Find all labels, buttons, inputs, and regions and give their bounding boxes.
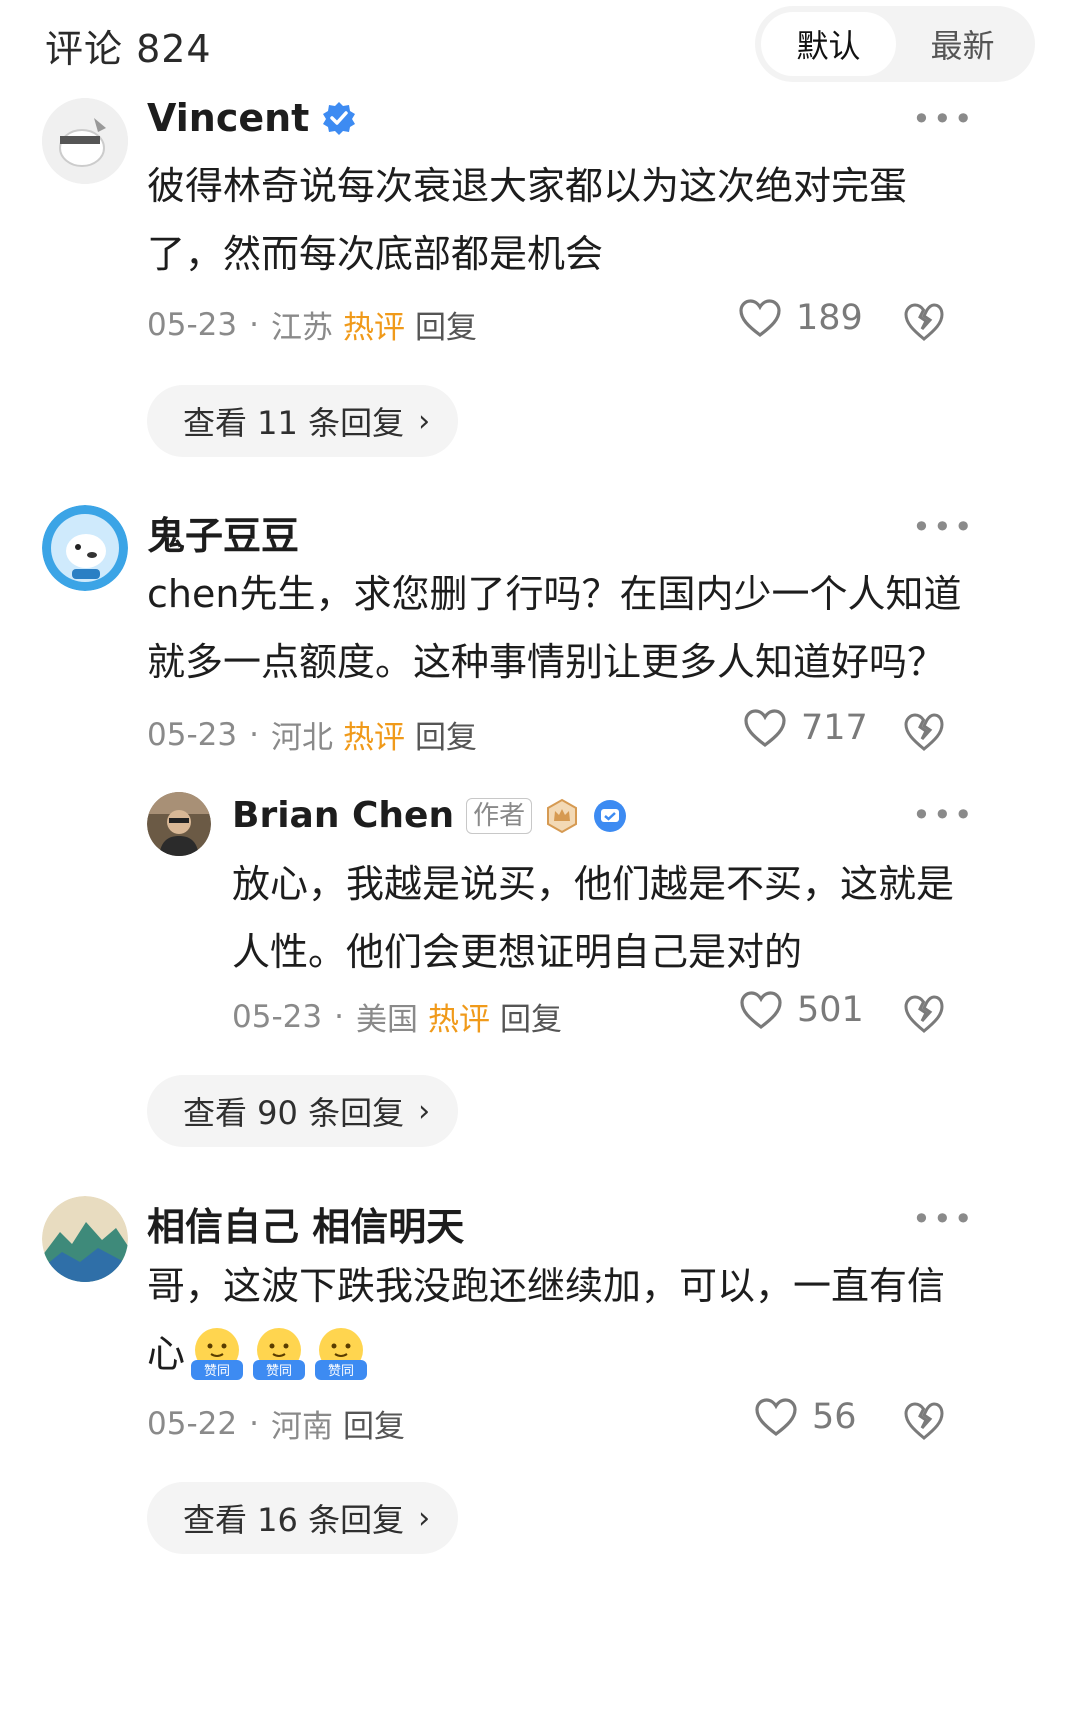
like-button[interactable]: 189	[738, 298, 863, 338]
more-options-icon[interactable]: •••	[912, 100, 975, 138]
comment-date: 05-23	[232, 998, 323, 1035]
comment-location: 美国	[355, 1002, 418, 1038]
agree-emoji-icon: 赞同	[249, 1324, 309, 1384]
avatar[interactable]	[42, 98, 128, 184]
svg-text:赞同: 赞同	[266, 1364, 292, 1379]
comment-count-title: 评论 824	[45, 27, 212, 71]
broken-heart-icon	[904, 303, 944, 341]
svg-text:赞同: 赞同	[328, 1364, 354, 1379]
like-count: 189	[796, 298, 863, 338]
heart-icon	[739, 299, 781, 338]
comment-meta: 05-23 · 江苏 热评 回复	[147, 302, 477, 347]
view-replies-button[interactable]: 查看 90 条回复 ›	[147, 1075, 459, 1147]
reply-author-name[interactable]: Brian Chen 作者	[232, 795, 628, 836]
chevron-right-icon: ›	[418, 403, 431, 439]
comment-location: 河南	[270, 1409, 333, 1445]
more-options-icon[interactable]: •••	[912, 1200, 975, 1238]
chevron-right-icon: ›	[418, 1500, 431, 1536]
reply-text: 放心，我越是说买，他们越是不买，这就是 人性。他们会更想证明自己是对的	[232, 850, 954, 986]
crown-badge-icon	[547, 798, 578, 833]
comment-date: 05-22	[147, 1405, 238, 1442]
reply-button[interactable]: 回复	[500, 994, 562, 1039]
avatar-image	[147, 792, 211, 856]
commenter-name[interactable]: 鬼子豆豆	[147, 505, 299, 560]
reply-meta: 05-23 · 美国 热评 回复	[232, 994, 562, 1039]
comment-text-line: chen先生，求您删了行吗？在国内少一个人知道	[147, 572, 962, 616]
view-replies-button[interactable]: 查看 16 条回复 ›	[147, 1482, 459, 1554]
heart-icon	[740, 991, 782, 1030]
broken-heart-icon	[904, 713, 944, 751]
avatar-image	[42, 505, 128, 591]
view-replies-label: 查看 11 条回复	[183, 404, 405, 442]
comment-text: 哥，这波下跌我没跑还继续加，可以，一直有信 心 赞同 赞同 赞同	[147, 1252, 945, 1388]
hot-comment-badge: 热评	[342, 720, 405, 756]
agree-emoji-icon: 赞同	[311, 1324, 371, 1384]
comment-text-line: 就多一点额度。这种事情别让更多人知道好吗？	[147, 640, 946, 684]
dislike-button[interactable]	[903, 302, 945, 346]
separator: ·	[249, 716, 259, 753]
commenter-name-text: Vincent	[147, 96, 310, 140]
separator: ·	[334, 998, 344, 1035]
comment-text: 彼得林奇说每次衰退大家都以为这次绝对完蛋 了，然而每次底部都是机会	[147, 152, 907, 288]
comment-text-line: 放心，我越是说买，他们越是不买，这就是	[232, 862, 955, 906]
commenter-name[interactable]: Vincent	[147, 96, 357, 140]
comment-text-line: 人性。他们会更想证明自己是对的	[232, 930, 803, 974]
comment-text-line: 了，然而每次底部都是机会	[147, 232, 604, 276]
chevron-right-icon: ›	[418, 1093, 431, 1129]
dislike-button[interactable]	[903, 994, 945, 1038]
more-options-icon[interactable]: •••	[912, 796, 975, 834]
author-tag: 作者	[466, 797, 533, 834]
comment-meta: 05-22 · 河南 回复	[147, 1401, 405, 1446]
hot-comment-badge: 热评	[342, 310, 405, 346]
like-count: 56	[812, 1397, 857, 1437]
svg-text:赞同: 赞同	[204, 1364, 230, 1379]
sort-toggle: 默认 最新	[755, 6, 1035, 82]
broken-heart-icon	[904, 995, 944, 1033]
avatar[interactable]	[42, 1196, 128, 1282]
comment-text-line: 彼得林奇说每次衰退大家都以为这次绝对完蛋	[147, 164, 908, 208]
sort-latest-tab[interactable]: 最新	[895, 12, 1030, 76]
comment-location: 河北	[270, 720, 333, 756]
comment-text: chen先生，求您删了行吗？在国内少一个人知道 就多一点额度。这种事情别让更多人…	[147, 560, 961, 696]
heart-icon	[755, 1398, 797, 1437]
reply-button[interactable]: 回复	[343, 1401, 405, 1446]
avatar[interactable]	[147, 792, 211, 856]
like-count: 717	[801, 708, 868, 748]
separator: ·	[249, 1405, 259, 1442]
more-options-icon[interactable]: •••	[912, 508, 975, 546]
heart-icon	[744, 709, 786, 748]
reply-button[interactable]: 回复	[415, 302, 477, 347]
like-button[interactable]: 501	[739, 990, 864, 1030]
avatar-image	[42, 98, 128, 184]
view-replies-button[interactable]: 查看 11 条回复 ›	[147, 385, 459, 457]
like-count: 501	[797, 990, 864, 1030]
comment-date: 05-23	[147, 716, 238, 753]
view-replies-label: 查看 16 条回复	[183, 1501, 405, 1539]
reply-button[interactable]: 回复	[415, 712, 477, 757]
broken-heart-icon	[904, 1402, 944, 1440]
verified-badge-icon	[323, 102, 356, 135]
reply-author-name-text: Brian Chen	[232, 795, 455, 836]
comment-text-fragment: 心	[147, 1332, 186, 1376]
message-badge-icon	[594, 799, 627, 832]
comment-text-line: 心 赞同 赞同 赞同	[147, 1320, 945, 1388]
comments-header: 评论 824 默认 最新	[0, 0, 1080, 90]
view-replies-label: 查看 90 条回复	[183, 1094, 405, 1132]
dislike-button[interactable]	[903, 712, 945, 756]
like-button[interactable]: 717	[743, 708, 868, 748]
sort-default-tab[interactable]: 默认	[761, 12, 896, 76]
dislike-button[interactable]	[903, 1401, 945, 1445]
commenter-name[interactable]: 相信自己 相信明天	[147, 1196, 464, 1251]
agree-emoji-icon: 赞同	[187, 1324, 247, 1384]
comment-meta: 05-23 · 河北 热评 回复	[147, 712, 477, 757]
comment-location: 江苏	[270, 310, 333, 346]
comment-text-line: 哥，这波下跌我没跑还继续加，可以，一直有信	[147, 1264, 946, 1308]
like-button[interactable]: 56	[754, 1397, 857, 1437]
avatar-image	[42, 1196, 128, 1282]
avatar[interactable]	[42, 505, 128, 591]
comment-date: 05-23	[147, 306, 238, 343]
separator: ·	[249, 306, 259, 343]
hot-comment-badge: 热评	[427, 1002, 490, 1038]
